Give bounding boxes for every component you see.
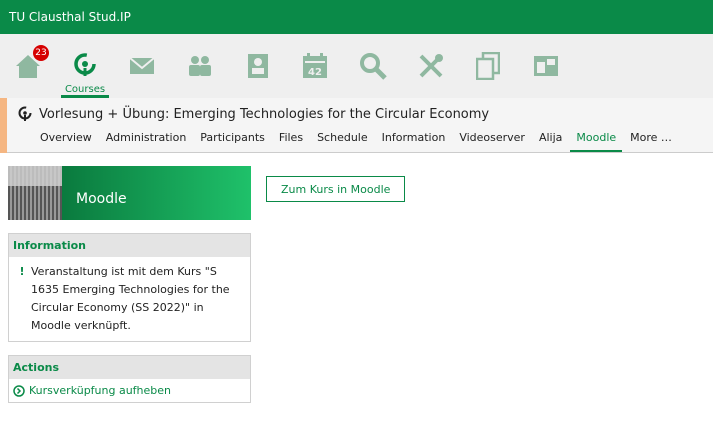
info-widget: Information ! Veranstaltung ist mit dem …: [8, 233, 251, 342]
course-title: Vorlesung + Übung: Emerging Technologies…: [39, 106, 490, 122]
community-icon: [185, 51, 215, 81]
info-text: Veranstaltung ist mit dem Kurs "S 1635 E…: [31, 265, 230, 332]
tab-videoserver[interactable]: Videoserver: [459, 131, 525, 148]
tab-files[interactable]: Files: [279, 131, 303, 148]
tab-overview[interactable]: Overview: [40, 131, 92, 148]
go-to-moodle-course-button[interactable]: Zum Kurs in Moodle: [266, 176, 406, 202]
tab-schedule[interactable]: Schedule: [317, 131, 368, 148]
tab-information[interactable]: Information: [382, 131, 446, 148]
nav-calendar[interactable]: 42: [287, 34, 343, 98]
nav-admin[interactable]: [518, 34, 574, 98]
messages-icon: [127, 51, 157, 81]
nav-home[interactable]: 23: [0, 34, 56, 98]
nav-tools[interactable]: [403, 34, 459, 98]
course-title-row: Vorlesung + Übung: Emerging Technologies…: [17, 106, 489, 122]
calendar-icon: 42: [300, 51, 330, 81]
tab-alija[interactable]: Alija: [539, 131, 562, 148]
course-context-bar: Vorlesung + Übung: Emerging Technologies…: [0, 98, 713, 153]
info-widget-body: ! Veranstaltung ist mit dem Kurs "S 1635…: [9, 257, 250, 341]
nav-messages[interactable]: [114, 34, 170, 98]
nav-courses-label: Courses: [64, 84, 106, 95]
courses-icon: [70, 51, 100, 81]
sidebar-header: Moodle: [8, 166, 251, 220]
sidebar-header-title: Moodle: [62, 166, 251, 220]
nav-courses[interactable]: Courses: [57, 34, 113, 98]
unlink-course-label: Kursverküpfung aufheben: [29, 384, 172, 397]
tab-moodle[interactable]: Moodle: [570, 131, 622, 152]
actions-widget-title: Actions: [9, 356, 250, 379]
exclamation-icon: !: [19, 265, 25, 278]
main-navigation: 23 Courses 42: [0, 34, 713, 99]
info-widget-title: Information: [9, 234, 250, 257]
nav-profile[interactable]: [230, 34, 286, 98]
course-tabs: Overview Administration Participants Fil…: [40, 131, 686, 152]
actions-widget: Actions Kursverküpfung aufheben: [8, 355, 251, 403]
arrow-circle-right-icon: [13, 384, 25, 397]
files-icon: [473, 51, 503, 81]
app-title[interactable]: TU Clausthal Stud.IP: [9, 10, 131, 24]
profile-icon: [243, 51, 273, 81]
lecture-hall-image: [8, 166, 62, 220]
search-icon: [358, 51, 388, 81]
context-accent: [0, 98, 7, 153]
course-icon: [17, 106, 33, 122]
sidebar: Moodle Information ! Veranstaltung ist m…: [8, 166, 251, 403]
top-bar: TU Clausthal Stud.IP: [0, 0, 713, 34]
tab-more[interactable]: More …: [630, 131, 672, 148]
notification-badge: 23: [33, 45, 49, 61]
tab-participants[interactable]: Participants: [200, 131, 265, 148]
svg-text:42: 42: [308, 67, 322, 78]
tools-icon: [416, 51, 446, 81]
unlink-course-action[interactable]: Kursverküpfung aufheben: [9, 379, 250, 402]
admin-icon: [531, 51, 561, 81]
nav-search[interactable]: [345, 34, 401, 98]
nav-community[interactable]: [172, 34, 228, 98]
tab-administration[interactable]: Administration: [106, 131, 187, 148]
nav-files[interactable]: [460, 34, 516, 98]
